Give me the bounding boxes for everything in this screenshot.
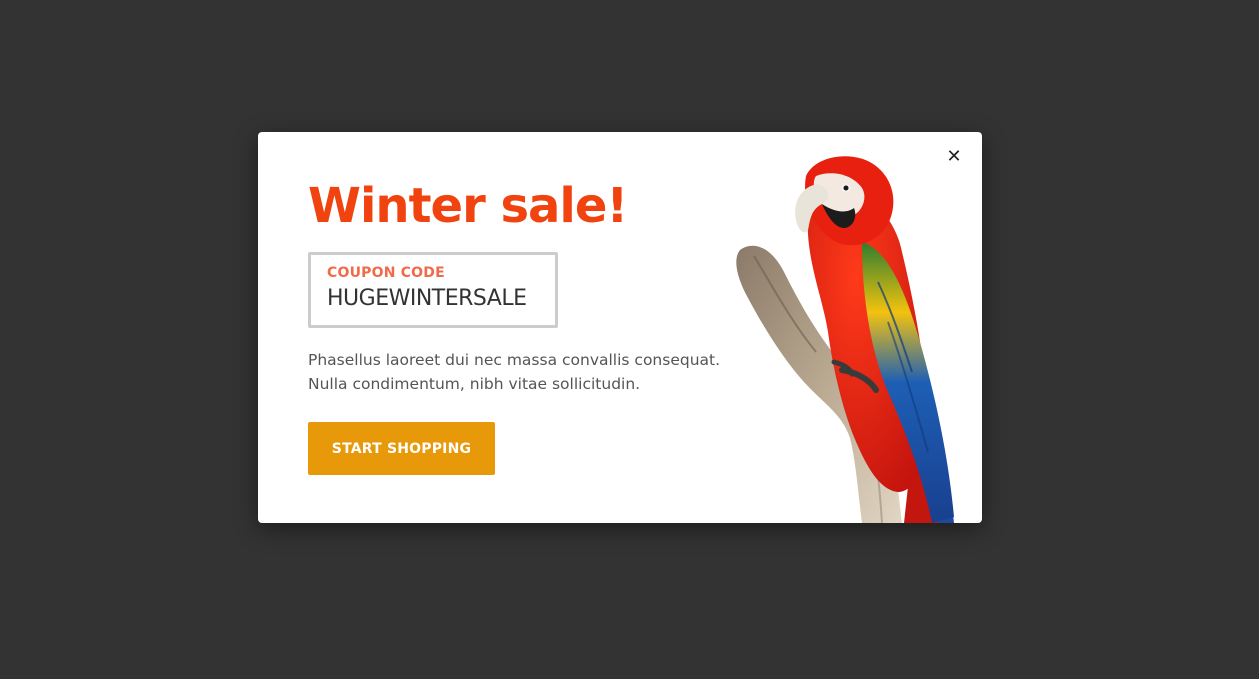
parrot-image xyxy=(736,156,954,523)
modal-content: Winter sale! COUPON CODE HUGEWINTERSALE … xyxy=(308,176,748,475)
coupon-box: COUPON CODE HUGEWINTERSALE xyxy=(308,252,558,328)
promo-modal: ✕ Winter sale! COUPON CODE HUGEWINTERSAL… xyxy=(258,132,982,523)
modal-description: Phasellus laoreet dui nec massa convalli… xyxy=(308,348,748,396)
coupon-code: HUGEWINTERSALE xyxy=(327,286,527,311)
description-line-1: Phasellus laoreet dui nec massa convalli… xyxy=(308,351,721,369)
modal-title: Winter sale! xyxy=(308,178,628,234)
coupon-label: COUPON CODE xyxy=(327,265,445,281)
close-icon[interactable]: ✕ xyxy=(944,146,964,167)
description-line-2: Nulla condimentum, nibh vitae sollicitud… xyxy=(308,375,641,393)
start-shopping-button[interactable]: START SHOPPING xyxy=(308,422,495,475)
